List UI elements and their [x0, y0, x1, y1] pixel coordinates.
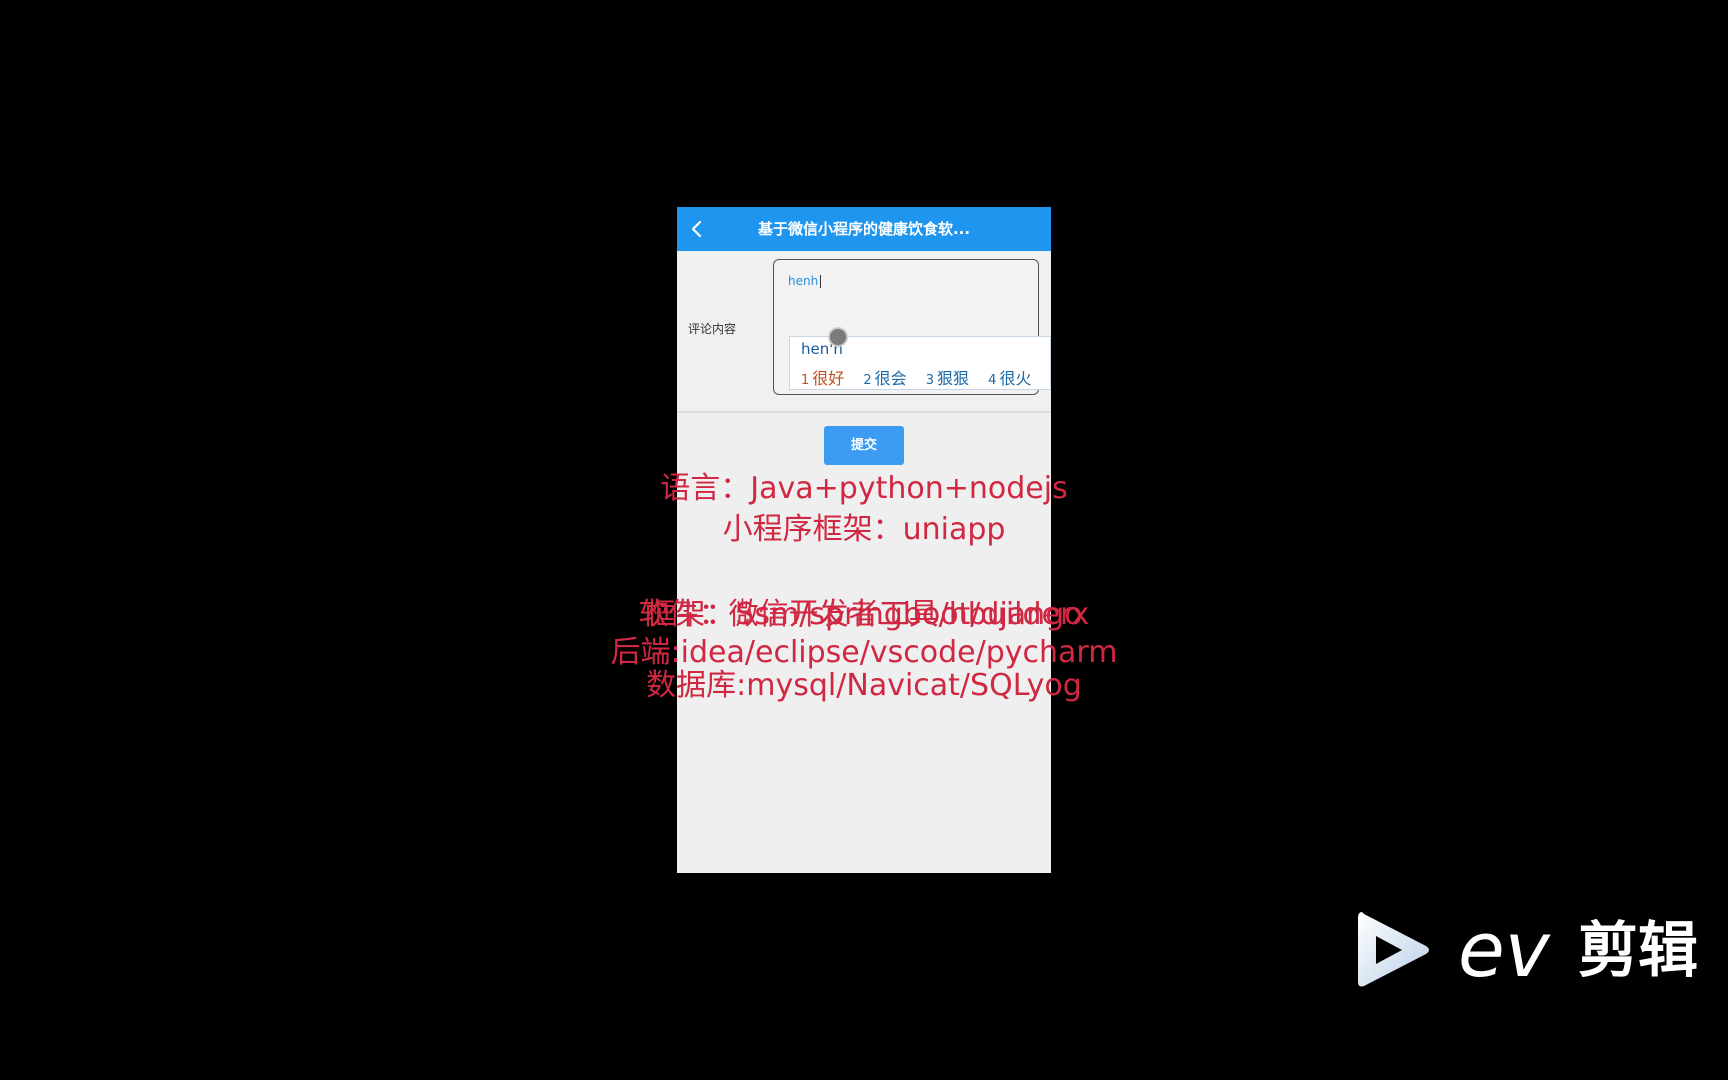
ev-editor-watermark: ev 剪辑	[1354, 905, 1720, 995]
candidate-number: 2	[863, 373, 872, 388]
ime-candidate-3[interactable]: 3 狠狠	[926, 365, 969, 389]
textarea-value: henh	[788, 274, 819, 288]
comment-form: 评论内容 henh hen'h 1很好 2很会 3狠狠 4很火 5	[677, 251, 1051, 413]
candidate-text: 很会	[874, 369, 907, 388]
ime-candidate-1[interactable]: 1 很好	[801, 365, 844, 389]
overlay-text-miniprogram-framework: 小程序框架：uniapp	[722, 512, 1006, 547]
overlay-text-language: 语言：Java+python+nodejs	[660, 471, 1068, 506]
comment-label: 评论内容	[688, 322, 737, 336]
ime-candidate-window[interactable]: hen'h 1很好 2很会 3狠狠 4很火 5	[789, 336, 1051, 390]
candidate-number: 4	[988, 373, 997, 388]
play-logo-icon	[1358, 912, 1429, 987]
candidate-text: 很火	[999, 369, 1032, 388]
ime-candidate-list: 1很好 2很会 3狠狠 4很火 5	[801, 365, 1050, 389]
text-caret	[820, 275, 821, 288]
page-title: 基于微信小程序的健康饮食软...	[757, 220, 971, 238]
back-arrow-icon[interactable]	[687, 219, 707, 239]
candidate-text: 狠狠	[937, 369, 970, 388]
candidate-number: 3	[925, 373, 935, 388]
ime-candidate-4[interactable]: 4 很火	[988, 365, 1031, 389]
overlay-text-database: 数据库:mysql/Navicat/SQLyog	[646, 668, 1082, 703]
ime-candidate-2[interactable]: 2 很会	[863, 365, 906, 389]
candidate-text: 很好	[812, 369, 845, 388]
watermark-app-text: 剪辑	[1578, 916, 1698, 986]
navigation-bar: 基于微信小程序的健康饮食软...	[677, 207, 1051, 251]
watermark-ev-text: ev	[1458, 905, 1550, 994]
submit-button[interactable]: 提交	[824, 426, 904, 465]
mouse-cursor-indicator	[828, 327, 848, 347]
candidate-number: 1	[801, 373, 810, 388]
